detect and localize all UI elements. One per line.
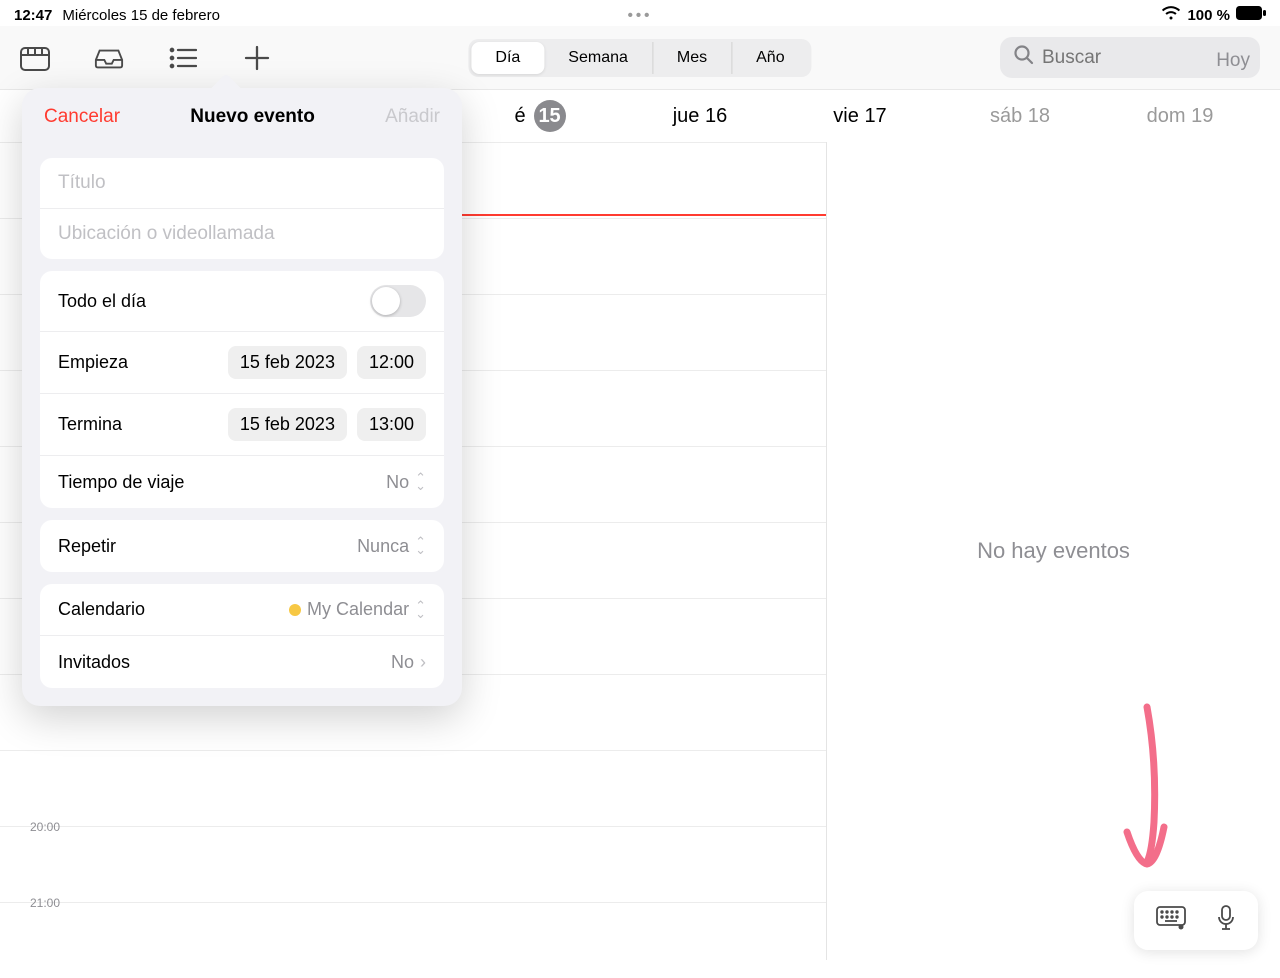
add-icon[interactable] — [242, 43, 272, 73]
end-date-chip[interactable]: 15 feb 2023 — [228, 408, 347, 441]
today-button[interactable]: Hoy — [1216, 50, 1250, 72]
status-time: 12:47 — [14, 7, 52, 24]
calendar-color-dot — [289, 604, 301, 616]
status-bar: 12:47 Miércoles 15 de febrero ••• 100 % — [0, 0, 1280, 26]
day-cell[interactable]: dom 19 — [1100, 105, 1260, 128]
starts-label: Empieza — [58, 352, 228, 373]
updown-icon: ⌃⌄ — [415, 538, 426, 554]
wifi-icon — [1161, 6, 1181, 25]
toolbar: Día Semana Mes Año — [0, 26, 1280, 90]
add-button[interactable]: Añadir — [385, 106, 440, 128]
day-cell-selected[interactable]: é15 — [460, 100, 620, 132]
event-title-input[interactable] — [58, 172, 426, 194]
multitask-dots-icon[interactable]: ••• — [628, 7, 653, 24]
day-cell[interactable]: vie 17 — [780, 105, 940, 128]
list-icon[interactable] — [168, 43, 198, 73]
new-event-popover: Cancelar Nuevo evento Añadir Todo el día… — [22, 88, 462, 706]
search-icon — [1014, 45, 1034, 70]
event-location-input[interactable] — [58, 223, 426, 245]
battery-icon — [1236, 6, 1266, 24]
chevron-right-icon: › — [420, 652, 426, 673]
all-day-label: Todo el día — [58, 291, 370, 312]
travel-time-label: Tiempo de viaje — [58, 472, 386, 493]
end-time-chip[interactable]: 13:00 — [357, 408, 426, 441]
repeat-label: Repetir — [58, 536, 357, 557]
hour-label: 20:00 — [30, 820, 60, 834]
event-details-panel: No hay eventos — [827, 142, 1280, 960]
start-date-chip[interactable]: 15 feb 2023 — [228, 346, 347, 379]
tab-day[interactable]: Día — [471, 42, 544, 74]
calendar-label: Calendario — [58, 599, 289, 620]
battery-percent: 100 % — [1187, 7, 1230, 24]
microphone-icon[interactable] — [1216, 905, 1236, 936]
guests-row[interactable]: Invitados No › — [40, 636, 444, 688]
tab-month[interactable]: Mes — [653, 42, 732, 74]
status-date: Miércoles 15 de febrero — [62, 7, 220, 24]
hour-label: 21:00 — [30, 896, 60, 910]
cancel-button[interactable]: Cancelar — [44, 106, 120, 128]
inbox-icon[interactable] — [94, 43, 124, 73]
updown-icon: ⌃⌄ — [415, 602, 426, 618]
all-day-toggle[interactable] — [370, 285, 426, 317]
day-cell[interactable]: jue 16 — [620, 105, 780, 128]
keyboard-icon[interactable] — [1156, 906, 1186, 935]
travel-time-row[interactable]: Tiempo de viaje No ⌃⌄ — [40, 456, 444, 508]
repeat-row[interactable]: Repetir Nunca ⌃⌄ — [40, 520, 444, 572]
tab-week[interactable]: Semana — [544, 42, 653, 74]
day-cell[interactable]: sáb 18 — [940, 105, 1100, 128]
view-segmented-control: Día Semana Mes Año — [468, 39, 811, 77]
tab-year[interactable]: Año — [732, 42, 808, 74]
keyboard-toolbar — [1134, 891, 1258, 950]
start-time-chip[interactable]: 12:00 — [357, 346, 426, 379]
ends-label: Termina — [58, 414, 228, 435]
guests-label: Invitados — [58, 652, 391, 673]
no-events-label: No hay eventos — [977, 538, 1130, 564]
updown-icon: ⌃⌄ — [415, 474, 426, 490]
calendar-row[interactable]: Calendario My Calendar ⌃⌄ — [40, 584, 444, 636]
calendar-view-icon[interactable] — [20, 43, 50, 73]
popover-title: Nuevo evento — [190, 106, 315, 128]
